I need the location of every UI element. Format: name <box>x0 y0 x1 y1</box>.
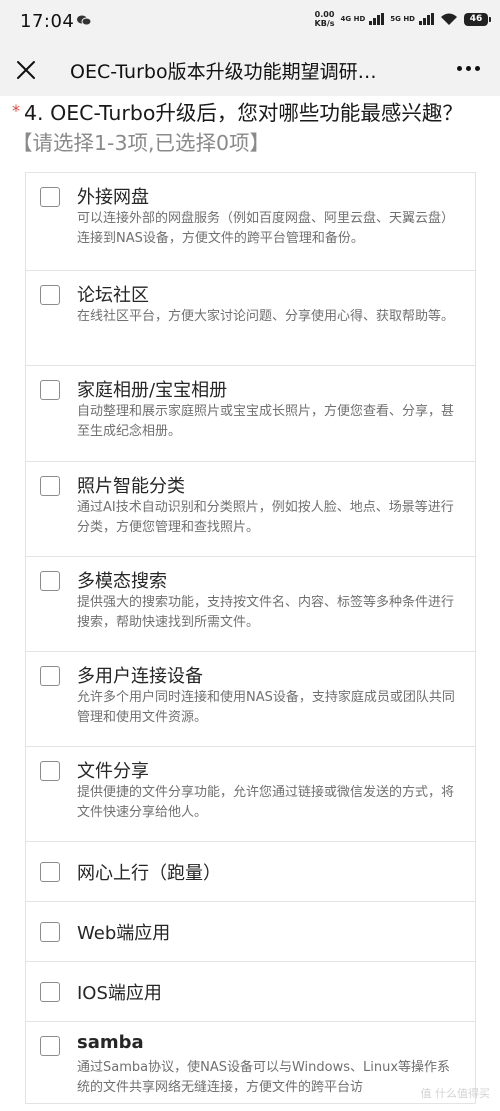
option-checkbox[interactable] <box>40 761 60 781</box>
option-description: 可以连接外部的网盘服务（例如百度网盘、阿里云盘、天翼云盘）连接到NAS设备，方便… <box>77 211 455 246</box>
more-icon[interactable] <box>457 66 480 71</box>
option-item[interactable]: 文件分享提供便捷的文件分享功能，允许您通过链接或微信发送的方式，将文件快速分享给… <box>26 747 475 842</box>
chat-notification-icon <box>77 15 91 26</box>
option-item[interactable]: IOS端应用 <box>26 962 475 1022</box>
signal-icon <box>369 13 385 25</box>
option-item[interactable]: 照片智能分类通过AI技术自动识别和分类照片，例如按人脸、地点、场景等进行分类，方… <box>26 462 475 557</box>
network-type-2: 5G HD <box>390 15 415 23</box>
option-checkbox[interactable] <box>40 922 60 942</box>
option-description: 提供强大的搜索功能，支持按文件名、内容、标签等多种条件进行搜索，帮助快速找到所需… <box>77 595 455 630</box>
option-title: 多用户连接设备 <box>77 666 203 687</box>
option-checkbox[interactable] <box>40 380 60 400</box>
option-title: IOS端应用 <box>77 983 162 1004</box>
option-item[interactable]: 多模态搜索提供强大的搜索功能，支持按文件名、内容、标签等多种条件进行搜索，帮助快… <box>26 557 475 652</box>
option-checkbox[interactable] <box>40 1036 60 1056</box>
options-list: 外接网盘可以连接外部的网盘服务（例如百度网盘、阿里云盘、天翼云盘）连接到NAS设… <box>25 172 476 1104</box>
page-title: OEC-Turbo版本升级功能期望调研… <box>70 61 377 83</box>
option-description: 提供便捷的文件分享功能，允许您通过链接或微信发送的方式，将文件快速分享给他人。 <box>77 785 455 820</box>
option-item[interactable]: 外接网盘可以连接外部的网盘服务（例如百度网盘、阿里云盘、天翼云盘）连接到NAS设… <box>26 173 475 271</box>
option-title: 网心上行（跑量） <box>77 863 221 884</box>
option-checkbox[interactable] <box>40 285 60 305</box>
option-item[interactable]: 多用户连接设备允许多个用户同时连接和使用NAS设备，支持家庭成员或团队共同管理和… <box>26 652 475 747</box>
option-item[interactable]: Web端应用 <box>26 902 475 962</box>
option-description: 通过Samba协议，使NAS设备可以与Windows、Linux等操作系统的文件… <box>77 1060 451 1095</box>
status-time: 17:04 <box>20 11 75 32</box>
status-indicators: 0.00 KB/s 4G HD 5G HD 46 <box>314 10 491 28</box>
survey-content: * 4. OEC-Turbo升级后，您对哪些功能最感兴趣？ 【请选择1-3项,已选择… <box>0 96 500 1111</box>
option-title: Web端应用 <box>77 923 171 944</box>
option-item[interactable]: 论坛社区在线社区平台，方便大家讨论问题、分享使用心得、获取帮助等。 <box>26 271 475 366</box>
close-icon[interactable] <box>14 58 38 82</box>
option-title: samba <box>77 1032 144 1053</box>
question-text: 4. OEC-Turbo升级后，您对哪些功能最感兴趣？ <box>24 101 463 125</box>
network-speed: 0.00 KB/s <box>314 10 335 28</box>
wifi-icon <box>441 13 457 25</box>
status-bar: 17:04 0.00 KB/s 4G HD 5G HD 46 <box>0 0 500 44</box>
option-checkbox[interactable] <box>40 666 60 686</box>
option-description: 在线社区平台，方便大家讨论问题、分享使用心得、获取帮助等。 <box>77 309 455 324</box>
option-title: 论坛社区 <box>77 285 149 306</box>
required-mark: * <box>12 101 20 120</box>
option-checkbox[interactable] <box>40 982 60 1002</box>
option-title: 多模态搜索 <box>77 571 167 592</box>
question-heading: * 4. OEC-Turbo升级后，您对哪些功能最感兴趣？ 【请选择1-3项,已选择… <box>12 98 482 158</box>
signal-icon-2 <box>419 13 434 25</box>
option-checkbox[interactable] <box>40 571 60 591</box>
option-checkbox[interactable] <box>40 187 60 207</box>
option-checkbox[interactable] <box>40 476 60 496</box>
selection-hint: 【请选择1-3项,已选择0项】 <box>12 131 271 155</box>
network-type-1: 4G HD <box>340 15 366 23</box>
option-item[interactable]: 家庭相册/宝宝相册自动整理和展示家庭照片或宝宝成长照片，方便您查看、分享，甚至生… <box>26 366 475 462</box>
battery-icon: 46 <box>464 12 491 26</box>
option-title: 照片智能分类 <box>77 476 185 497</box>
option-title: 文件分享 <box>77 761 149 782</box>
option-title: 家庭相册/宝宝相册 <box>77 380 228 401</box>
option-item[interactable]: 网心上行（跑量） <box>26 842 475 902</box>
option-description: 允许多个用户同时连接和使用NAS设备，支持家庭成员或团队共同管理和使用文件资源。 <box>77 690 455 725</box>
nav-bar: OEC-Turbo版本升级功能期望调研… <box>0 44 500 96</box>
option-title: 外接网盘 <box>77 187 149 208</box>
watermark: 值 什么值得买 <box>420 1087 491 1100</box>
option-description: 自动整理和展示家庭照片或宝宝成长照片，方便您查看、分享，甚至生成纪念相册。 <box>77 404 455 439</box>
option-description: 通过AI技术自动识别和分类照片，例如按人脸、地点、场景等进行分类，方便您管理和查… <box>77 500 454 535</box>
option-checkbox[interactable] <box>40 862 60 882</box>
option-item[interactable]: samba 通过Samba协议，使NAS设备可以与Windows、Linux等操作… <box>26 1022 475 1104</box>
